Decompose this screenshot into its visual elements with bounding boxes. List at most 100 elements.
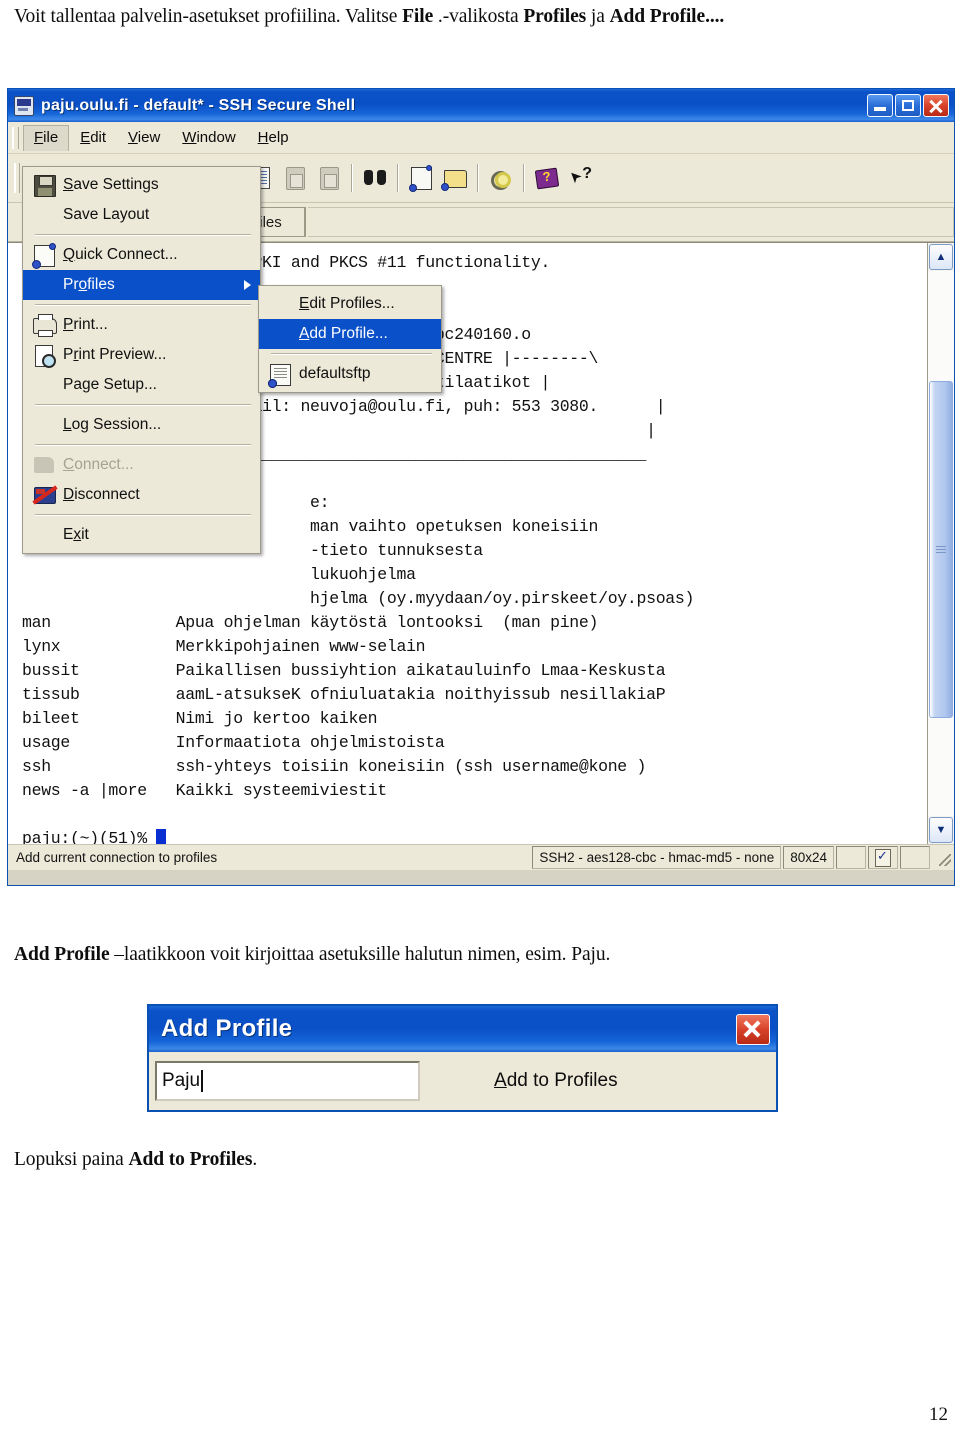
menu-item-edit-profiles[interactable]: Edit Profiles... (259, 289, 441, 319)
menu-icon-placeholder (267, 292, 293, 316)
menu-item-disconnect[interactable]: Disconnect (23, 480, 260, 510)
end-paragraph: Lopuksi paina Add to Profiles. (14, 1146, 944, 1174)
add-to-profiles-button[interactable]: Add to Profiles (494, 1070, 618, 1092)
menu-view[interactable]: View (117, 125, 171, 151)
menu-item-page-setup[interactable]: Page Setup... (23, 370, 260, 400)
menu-separator (35, 444, 251, 446)
menu-item-label: Page Setup... (63, 376, 157, 393)
scroll-up-arrow-icon[interactable]: ▲ (929, 244, 953, 270)
menu-separator (35, 304, 251, 306)
toolbar-grip[interactable] (14, 163, 20, 193)
terminal-line: bileet Nimi jo kertoo kaiken (22, 709, 378, 728)
menu-separator (271, 353, 432, 355)
menu-item-print-preview[interactable]: Print Preview... (23, 340, 260, 370)
terminal-line: tissub aamL-atsukseK ofniuluatakia noith… (22, 685, 666, 704)
menu-edit[interactable]: Edit (69, 125, 117, 151)
window-titlebar[interactable]: paju.oulu.fi - default* - SSH Secure She… (8, 89, 954, 122)
file-menu-dropdown: Save Settings Save Layout Quick Connect...… (22, 166, 261, 554)
menu-icon-placeholder (31, 523, 57, 547)
menu-item-save-layout[interactable]: Save Layout (23, 200, 260, 230)
dialog-titlebar[interactable]: Add Profile (149, 1006, 776, 1052)
end-prefix: Lopuksi paina (14, 1149, 129, 1170)
print-preview-icon (31, 343, 57, 368)
menu-file[interactable]: File (23, 124, 70, 151)
sftp-profile-icon (267, 362, 293, 388)
menubar-grip[interactable] (12, 126, 19, 149)
profiles-submenu-dropdown: Edit Profiles... Add Profile... defaultsft… (258, 285, 442, 393)
scroll-down-arrow-icon[interactable]: ▼ (929, 817, 953, 843)
menu-item-print[interactable]: Print... (23, 310, 260, 340)
settings-gears-icon[interactable] (486, 163, 516, 193)
terminal-scrollbar[interactable]: ▲ ▼ (927, 243, 954, 844)
new-profile-icon[interactable] (406, 163, 436, 193)
menu-item-defaultsftp[interactable]: defaultsftp (259, 359, 441, 389)
intro-addprofile-bold: Add Profile (609, 6, 706, 27)
context-help-icon[interactable] (566, 163, 596, 193)
close-icon[interactable] (736, 1013, 770, 1045)
disconnect-icon (31, 483, 58, 507)
toolbar-separator (397, 164, 399, 192)
menu-item-label: Exit (63, 526, 89, 543)
menu-item-label: Connect... (63, 456, 134, 473)
minimize-button[interactable] (867, 94, 893, 117)
menu-item-save-settings[interactable]: Save Settings (23, 170, 260, 200)
open-profile-icon[interactable] (440, 163, 470, 193)
terminal-line: lynx Merkkipohjainen www-selain (22, 637, 426, 656)
mid-paragraph: Add Profile –laatikkoon voit kirjoittaa … (14, 941, 944, 969)
terminal-icon (14, 95, 34, 116)
maximize-button[interactable] (895, 94, 921, 117)
quick-connect-icon (31, 243, 57, 269)
intro-profiles-bold: Profiles (523, 6, 587, 27)
intro-text-a: Voit tallentaa palvelin-asetukset profii… (14, 6, 403, 27)
menu-item-label: defaultsftp (299, 365, 371, 382)
menu-item-quick-connect[interactable]: Quick Connect... (23, 240, 260, 270)
menu-separator (35, 404, 251, 406)
close-button[interactable] (923, 94, 949, 117)
scrollbar-track[interactable] (928, 271, 954, 816)
terminal-line: bussit Paikallisen bussiyhtion aikataulu… (22, 661, 666, 680)
terminal-prompt: paju:(~)(51)% (22, 827, 927, 844)
menu-item-log-session[interactable]: Log Session... (23, 410, 260, 440)
menu-item-label: Add Profile... (299, 325, 388, 342)
menu-window[interactable]: Window (171, 125, 246, 151)
menu-separator (35, 234, 251, 236)
statusbar: Add current connection to profiles SSH2 … (8, 844, 954, 870)
menu-item-label: Disconnect (63, 486, 140, 503)
menu-item-exit[interactable]: Exit (23, 520, 260, 550)
mid-bold: Add Profile (14, 944, 110, 965)
add-to-profiles-label: dd to Profiles (506, 1070, 618, 1091)
terminal-line: lukuohjelma (22, 565, 416, 584)
menu-item-label: Quick Connect... (63, 246, 178, 263)
copy-icon[interactable] (314, 163, 344, 193)
menu-item-label: Save Layout (63, 206, 150, 223)
dialog-title: Add Profile (161, 1015, 293, 1042)
chevron-right-icon (244, 280, 251, 290)
intro-text-b: .-valikosta (433, 6, 524, 27)
add-to-profiles-mnemonic: A (494, 1070, 507, 1091)
scrollbar-thumb[interactable] (929, 381, 953, 718)
find-icon[interactable] (360, 163, 390, 193)
menu-item-add-profile[interactable]: Add Profile... (259, 319, 441, 349)
profiles-bar-empty (308, 207, 954, 237)
menu-help[interactable]: Help (247, 125, 300, 151)
profile-name-input[interactable]: Paju (155, 1061, 420, 1101)
menu-item-label: Save Settings (63, 176, 159, 193)
intro-text-c: ja (586, 6, 610, 27)
help-book-icon[interactable] (532, 163, 562, 193)
terminal-line: news -a |more Kaikki systeemiviestit (22, 781, 387, 800)
status-terminal-size: 80x24 (783, 846, 834, 869)
menu-separator (35, 514, 251, 516)
menu-item-profiles[interactable]: Profiles (23, 270, 260, 300)
prompt-text: paju:(~)(51)% (22, 829, 157, 844)
terminal-line: man Apua ohjelman käytöstä lontooksi (ma… (22, 613, 599, 632)
status-message: Add current connection to profiles (16, 850, 218, 865)
profile-name-value: Paju (162, 1070, 201, 1091)
menu-icon-placeholder (31, 273, 57, 297)
paste-icon[interactable] (280, 163, 310, 193)
toolbar-separator (351, 164, 353, 192)
menu-item-connect: Connect... (23, 450, 260, 480)
dialog-body: Paju Add to Profiles (149, 1052, 776, 1110)
resize-grip-icon[interactable] (932, 846, 954, 869)
menu-item-label: Print... (63, 316, 108, 333)
